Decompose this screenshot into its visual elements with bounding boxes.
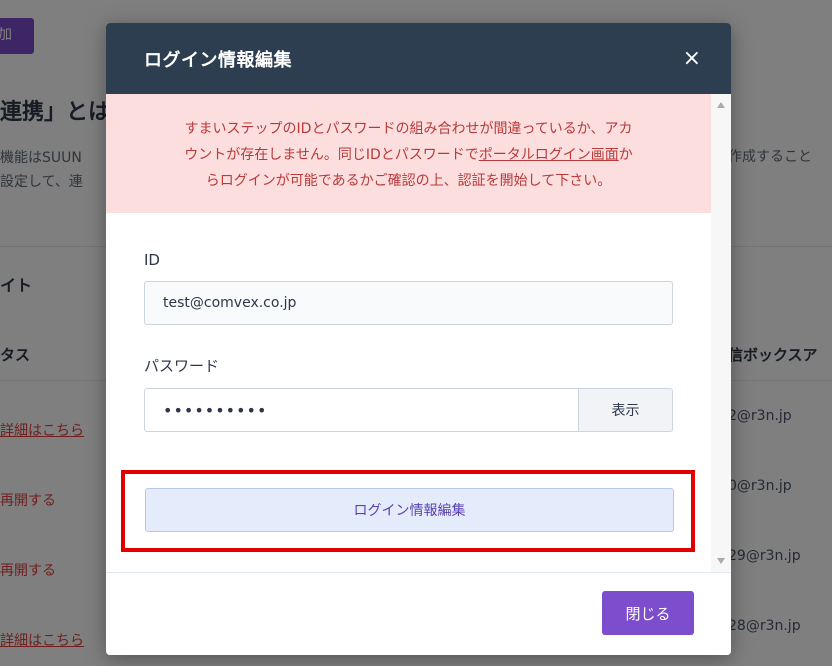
login-info-edit-modal: ログイン情報編集 × すまいステップのIDとパスワードの組み合わせが間違っている… xyxy=(106,23,731,655)
error-alert: すまいステップのIDとパスワードの組み合わせが間違っているか、アカ ウントが存在… xyxy=(106,94,711,213)
modal-scrollbar[interactable] xyxy=(711,94,731,572)
portal-login-link[interactable]: ポータルログイン画面 xyxy=(479,147,619,163)
modal-footer: 閉じる xyxy=(106,572,731,655)
modal-header: ログイン情報編集 × xyxy=(106,23,731,94)
password-label: パスワード xyxy=(144,357,220,375)
modal-title: ログイン情報編集 xyxy=(144,49,292,71)
password-input[interactable]: •••••••••• xyxy=(144,388,578,432)
alert-line: らログインが可能であるかご確認の上、認証を開始して下さい。 xyxy=(205,173,612,189)
id-input[interactable]: test@comvex.co.jp xyxy=(144,281,673,325)
highlight-box: ログイン情報編集 xyxy=(121,470,695,552)
scroll-down-icon[interactable] xyxy=(717,558,725,564)
scroll-up-icon[interactable] xyxy=(717,102,725,108)
alert-text: ウントが存在しません。同じIDとパスワードで xyxy=(184,147,479,163)
login-form: ID test@comvex.co.jp パスワード •••••••••• 表示 xyxy=(106,213,711,432)
alert-line: すまいステップのIDとパスワードの組み合わせが間違っているか、アカ xyxy=(184,121,633,137)
modal-body: すまいステップのIDとパスワードの組み合わせが間違っているか、アカ ウントが存在… xyxy=(106,94,711,572)
password-field: •••••••••• 表示 xyxy=(144,388,673,432)
close-icon[interactable]: × xyxy=(683,47,701,70)
close-button[interactable]: 閉じる xyxy=(602,591,694,635)
edit-login-info-button[interactable]: ログイン情報編集 xyxy=(145,488,674,532)
alert-text: か xyxy=(618,147,633,163)
id-label: ID xyxy=(144,251,160,269)
show-password-button[interactable]: 表示 xyxy=(578,388,673,432)
alert-line: ウントが存在しません。同じIDとパスワードでポータルログイン画面か xyxy=(126,142,691,168)
